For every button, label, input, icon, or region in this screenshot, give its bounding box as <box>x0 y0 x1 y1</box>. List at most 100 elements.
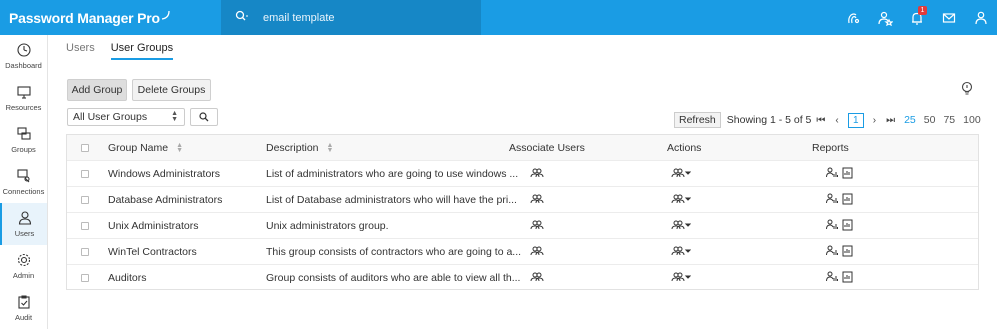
last-page-icon[interactable]: ⏭ <box>886 115 895 126</box>
user-star-icon[interactable] <box>869 0 901 35</box>
select-all-checkbox[interactable] <box>81 144 89 152</box>
user-profile-icon[interactable] <box>965 0 997 35</box>
sidebar-item-dashboard[interactable]: Dashboard <box>0 35 47 77</box>
description-cell: This group consists of contractors who a… <box>266 246 522 258</box>
column-header-description[interactable]: Description <box>266 142 319 154</box>
sidebar-item-label: Audit <box>14 313 33 322</box>
group-name-cell[interactable]: WinTel Contractors <box>108 246 197 258</box>
report-document-icon[interactable] <box>842 245 853 260</box>
group-name-cell[interactable]: Unix Administrators <box>108 220 198 232</box>
row-checkbox[interactable] <box>81 222 89 230</box>
associate-users-icon[interactable] <box>530 246 544 259</box>
row-checkbox[interactable] <box>81 274 89 282</box>
sidebar-item-users[interactable]: Users <box>0 203 47 245</box>
select-arrows-icon: ▲ ▼ <box>171 110 178 123</box>
tab-user-groups[interactable]: User Groups <box>110 42 174 60</box>
sort-icon[interactable]: ▲ ▼ <box>327 142 334 154</box>
users-icon <box>18 211 31 225</box>
sidebar-item-admin[interactable]: Admin <box>0 245 47 287</box>
sidebar-item-groups[interactable]: Groups <box>0 119 47 161</box>
row-checkbox[interactable] <box>81 196 89 204</box>
column-header-reports: Reports <box>812 142 849 154</box>
group-name-cell[interactable]: Database Administrators <box>108 194 222 206</box>
sidebar-item-label: Resources <box>5 103 42 112</box>
sidebar-item-label: Connections <box>2 187 45 196</box>
sidebar-item-label: Groups <box>11 145 36 154</box>
fingerprint-icon[interactable] <box>837 0 869 35</box>
notification-badge: 1 <box>918 6 927 15</box>
app-title: Password Manager Pro <box>9 9 160 26</box>
logo-swoosh-icon <box>161 10 170 20</box>
group-name-cell[interactable]: Auditors <box>108 272 147 284</box>
associate-users-icon[interactable] <box>530 272 544 285</box>
delete-groups-button[interactable]: Delete Groups <box>132 79 211 101</box>
description-cell: List of administrators who are going to … <box>266 168 519 180</box>
report-document-icon[interactable] <box>842 271 853 286</box>
sidebar-item-resources[interactable]: Resources <box>0 77 47 119</box>
clipboard-check-icon <box>17 295 30 309</box>
sort-icon[interactable]: ▲ ▼ <box>176 142 183 154</box>
prev-page-icon[interactable]: ‹ <box>835 115 838 126</box>
table-row[interactable]: WinTel Contractors This group consists of… <box>67 239 978 265</box>
refresh-button[interactable]: Refresh <box>674 112 721 128</box>
app-logo[interactable]: Password Manager Pro <box>0 0 220 35</box>
page-size-50[interactable]: 50 <box>924 114 936 126</box>
pagination-bar: Refresh Showing 1 - 5 of 5 ⏮ ‹ 1 › ⏭ 25 … <box>674 111 985 129</box>
user-report-icon[interactable] <box>826 271 838 285</box>
column-header-group-name[interactable]: Group Name <box>108 142 168 154</box>
page-size-25[interactable]: 25 <box>904 114 916 126</box>
associate-users-icon[interactable] <box>530 168 544 181</box>
filter-selected-value: All User Groups <box>73 111 148 123</box>
search-input[interactable]: email template <box>263 12 335 24</box>
user-report-icon[interactable] <box>826 219 838 233</box>
row-checkbox[interactable] <box>81 248 89 256</box>
actions-menu-icon[interactable] <box>671 220 692 233</box>
sidebar-item-connections[interactable]: Connections <box>0 161 47 203</box>
associate-users-icon[interactable] <box>530 194 544 207</box>
tab-users[interactable]: Users <box>66 42 95 60</box>
table-row[interactable]: Windows Administrators List of administra… <box>67 161 978 187</box>
sidebar-item-audit[interactable]: Audit <box>0 287 47 329</box>
global-search[interactable]: email template <box>221 0 481 35</box>
report-document-icon[interactable] <box>842 219 853 234</box>
actions-menu-icon[interactable] <box>671 272 692 285</box>
sidebar-item-label: Dashboard <box>5 61 42 70</box>
row-checkbox[interactable] <box>81 170 89 178</box>
filter-search-button[interactable] <box>190 108 218 126</box>
sidebar-nav: Dashboard Resources Groups Connections U… <box>0 35 48 329</box>
actions-menu-icon[interactable] <box>671 194 692 207</box>
main-content: Users User Groups Add Group Delete Group… <box>48 35 997 329</box>
notifications-bell-icon[interactable]: 1 <box>901 0 933 35</box>
group-name-cell[interactable]: Windows Administrators <box>108 168 220 180</box>
user-report-icon[interactable] <box>826 245 838 259</box>
next-page-icon[interactable]: › <box>873 115 876 126</box>
column-header-actions: Actions <box>667 142 702 154</box>
table-header-row: Group Name ▲ ▼ Description ▲ ▼ Associate U… <box>67 135 978 161</box>
add-group-button[interactable]: Add Group <box>67 79 127 101</box>
actions-menu-icon[interactable] <box>671 168 692 181</box>
description-cell: Group consists of auditors who are able … <box>266 272 521 284</box>
actions-menu-icon[interactable] <box>671 246 692 259</box>
monitor-icon <box>16 86 31 99</box>
page-size-100[interactable]: 100 <box>963 114 981 126</box>
showing-range: Showing 1 - 5 of 5 <box>726 114 812 126</box>
current-page-input[interactable]: 1 <box>847 112 864 128</box>
tab-bar: Users User Groups <box>66 42 189 60</box>
table-row[interactable]: Auditors Group consists of auditors who a… <box>67 265 978 291</box>
first-page-icon[interactable]: ⏮ <box>816 115 825 126</box>
lightbulb-icon[interactable] <box>960 81 974 100</box>
search-icon <box>199 112 209 122</box>
page-size-75[interactable]: 75 <box>943 114 955 126</box>
user-groups-table: Group Name ▲ ▼ Description ▲ ▼ Associate U… <box>66 134 979 290</box>
user-report-icon[interactable] <box>826 193 838 207</box>
user-report-icon[interactable] <box>826 167 838 181</box>
table-row[interactable]: Unix Administrators Unix administrators g… <box>67 213 978 239</box>
mail-icon[interactable] <box>933 0 965 35</box>
report-document-icon[interactable] <box>842 167 853 182</box>
table-row[interactable]: Database Administrators List of Database … <box>67 187 978 213</box>
connections-icon <box>16 169 30 183</box>
report-document-icon[interactable] <box>842 193 853 208</box>
user-group-filter-select[interactable]: All User Groups ▲ ▼ <box>67 108 185 126</box>
associate-users-icon[interactable] <box>530 220 544 233</box>
gear-icon <box>17 253 30 267</box>
